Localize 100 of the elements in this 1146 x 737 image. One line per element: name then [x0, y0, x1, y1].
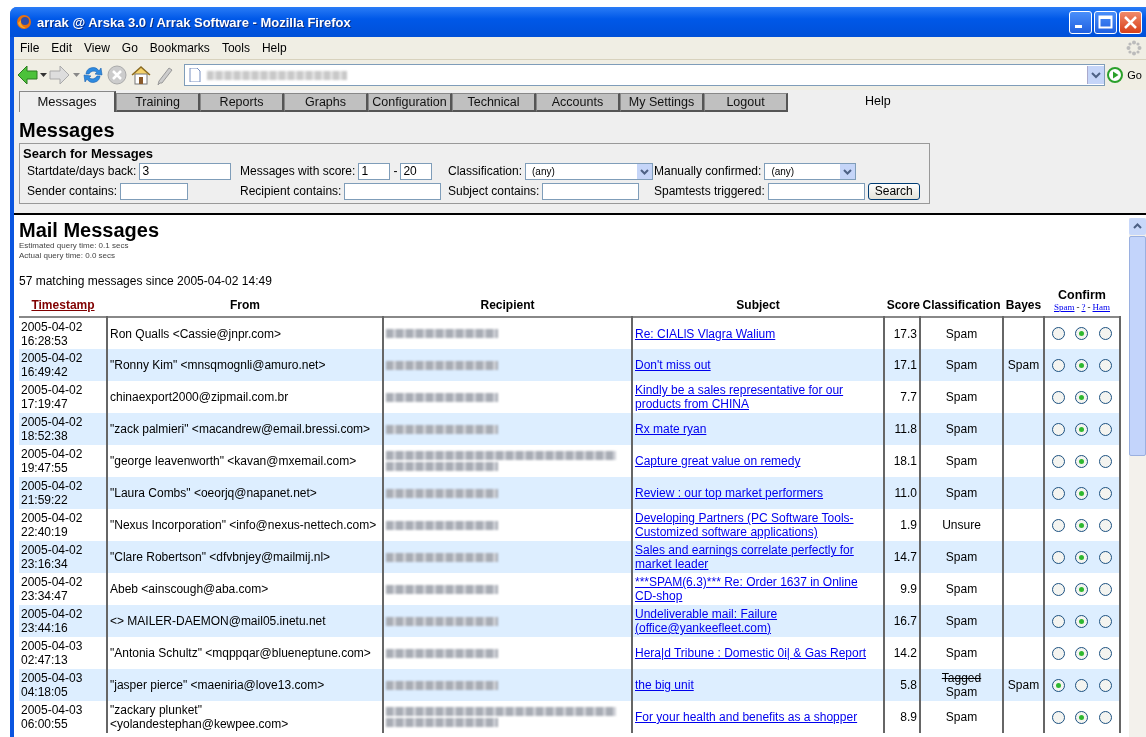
maximize-button[interactable]	[1094, 10, 1117, 34]
radio-button[interactable]	[1052, 678, 1066, 692]
scroll-up-button[interactable]	[1129, 218, 1146, 235]
minimize-button[interactable]	[1069, 10, 1092, 34]
radio-button[interactable]	[1098, 422, 1112, 436]
radio-button[interactable]	[1098, 550, 1112, 564]
radio-button[interactable]	[1098, 678, 1112, 692]
tab[interactable]: Logout	[704, 93, 788, 112]
radio-button[interactable]	[1098, 358, 1112, 372]
radio-button[interactable]	[1052, 358, 1066, 372]
tab[interactable]: Accounts	[536, 93, 620, 112]
tab[interactable]: Reports	[200, 93, 284, 112]
dropdown-button[interactable]	[1087, 66, 1105, 84]
tab[interactable]: Configuration	[368, 93, 452, 112]
home-icon[interactable]	[130, 64, 152, 86]
reload-icon[interactable]	[82, 64, 104, 86]
radio-button[interactable]	[1075, 358, 1089, 372]
select-field[interactable]: (any)	[764, 162, 857, 180]
menu-item[interactable]: Help	[257, 41, 295, 55]
input-field[interactable]: 1	[358, 162, 391, 180]
classification-text: Spam	[945, 685, 978, 699]
radio-button[interactable]	[1075, 518, 1089, 532]
radio-button[interactable]	[1052, 327, 1066, 340]
caret-icon[interactable]	[40, 73, 47, 77]
tab[interactable]: Messages	[19, 91, 116, 112]
radio-button[interactable]	[1075, 454, 1089, 468]
score-cell: 5.8	[884, 669, 920, 701]
menu-item[interactable]: View	[80, 41, 118, 55]
subject-link[interactable]: ***SPAM(6.3)*** Re: Order 1637 in Online CD-shop	[635, 575, 881, 603]
radio-button[interactable]	[1075, 422, 1089, 436]
radio-button[interactable]	[1052, 582, 1066, 596]
confirm-all-link[interactable]: Spam	[1054, 302, 1075, 312]
back-arrow-icon[interactable]	[16, 64, 38, 86]
field-label: Sender contains:	[27, 184, 118, 198]
tab[interactable]: Training	[116, 93, 200, 112]
radio-button[interactable]	[1052, 390, 1066, 404]
radio-button[interactable]	[1098, 327, 1112, 340]
input-field[interactable]	[344, 182, 442, 200]
tab[interactable]: Technical	[452, 93, 536, 112]
tab[interactable]: Graphs	[284, 93, 368, 112]
radio-button[interactable]	[1052, 422, 1066, 436]
input-field[interactable]: 20	[400, 162, 433, 180]
confirm-all-link[interactable]: ?	[1081, 302, 1086, 312]
radio-button[interactable]	[1098, 390, 1112, 404]
subject-link[interactable]: Don't miss out	[635, 358, 711, 372]
tab[interactable]: My Settings	[620, 93, 704, 112]
close-button[interactable]	[1119, 10, 1142, 34]
radio-button[interactable]	[1052, 614, 1066, 628]
menu-item[interactable]: Tools	[217, 41, 258, 55]
go-icon[interactable]	[1107, 67, 1124, 83]
radio-button[interactable]	[1075, 678, 1089, 692]
subject-link[interactable]: Rx mate ryan	[635, 422, 707, 436]
radio-button[interactable]	[1098, 486, 1112, 500]
radio-button[interactable]	[1075, 486, 1089, 500]
radio-button[interactable]	[1098, 710, 1112, 724]
sort-link[interactable]: Timestamp	[19, 288, 107, 317]
radio-button[interactable]	[1075, 646, 1089, 660]
subject-link[interactable]: Hera|d Tribune : Domestic 0i| & Gas Report	[635, 646, 866, 660]
radio-button[interactable]	[1075, 710, 1089, 724]
radio-button[interactable]	[1052, 518, 1066, 532]
radio-button[interactable]	[1052, 486, 1066, 500]
input-field[interactable]	[767, 182, 865, 200]
menu-item[interactable]: File	[16, 41, 48, 55]
subject-link[interactable]: Kindly be a sales representative for our products from CHINA	[635, 383, 881, 411]
subject-link[interactable]: the big unit	[635, 678, 694, 692]
radio-button[interactable]	[1052, 646, 1066, 660]
radio-button[interactable]	[1052, 454, 1066, 468]
radio-button[interactable]	[1052, 710, 1066, 724]
classification-text: Spam	[945, 486, 978, 500]
radio-button[interactable]	[1052, 550, 1066, 564]
scrollbar[interactable]	[1129, 218, 1146, 737]
input-field[interactable]: 3	[139, 162, 232, 180]
menu-item[interactable]: Bookmarks	[145, 41, 218, 55]
subject-link[interactable]: Developing Partners (PC Software Tools-Customized software applications)	[635, 511, 881, 539]
radio-button[interactable]	[1075, 390, 1089, 404]
radio-button[interactable]	[1098, 454, 1112, 468]
radio-button[interactable]	[1098, 614, 1112, 628]
help-link[interactable]: Help	[865, 92, 891, 111]
menu-item[interactable]: Go	[117, 41, 146, 55]
radio-button[interactable]	[1098, 518, 1112, 532]
radio-button[interactable]	[1098, 646, 1112, 660]
menu-item[interactable]: Edit	[47, 41, 81, 55]
go-button[interactable]: Go	[1127, 69, 1142, 81]
address-field[interactable]	[184, 64, 1106, 86]
subject-link[interactable]: Capture great value on remedy	[635, 454, 801, 468]
subject-link[interactable]: Re: CIALlS Vlagra Walium	[635, 326, 776, 341]
confirm-all-link[interactable]: Ham	[1092, 302, 1110, 312]
input-field[interactable]	[120, 182, 189, 200]
scroll-thumb[interactable]	[1129, 236, 1146, 456]
radio-button[interactable]	[1075, 582, 1089, 596]
search-button[interactable]: Search	[867, 182, 920, 200]
column-header: Subject	[632, 288, 884, 317]
radio-button[interactable]	[1098, 582, 1112, 596]
classification-text: Spam	[945, 710, 978, 724]
subject-link[interactable]: For your health and benefits as a shopper	[635, 710, 858, 724]
radio-button[interactable]	[1075, 614, 1089, 628]
select-field[interactable]: (any)	[525, 162, 654, 180]
input-field[interactable]	[542, 182, 640, 200]
radio-button[interactable]	[1075, 327, 1089, 340]
radio-button[interactable]	[1075, 550, 1089, 564]
